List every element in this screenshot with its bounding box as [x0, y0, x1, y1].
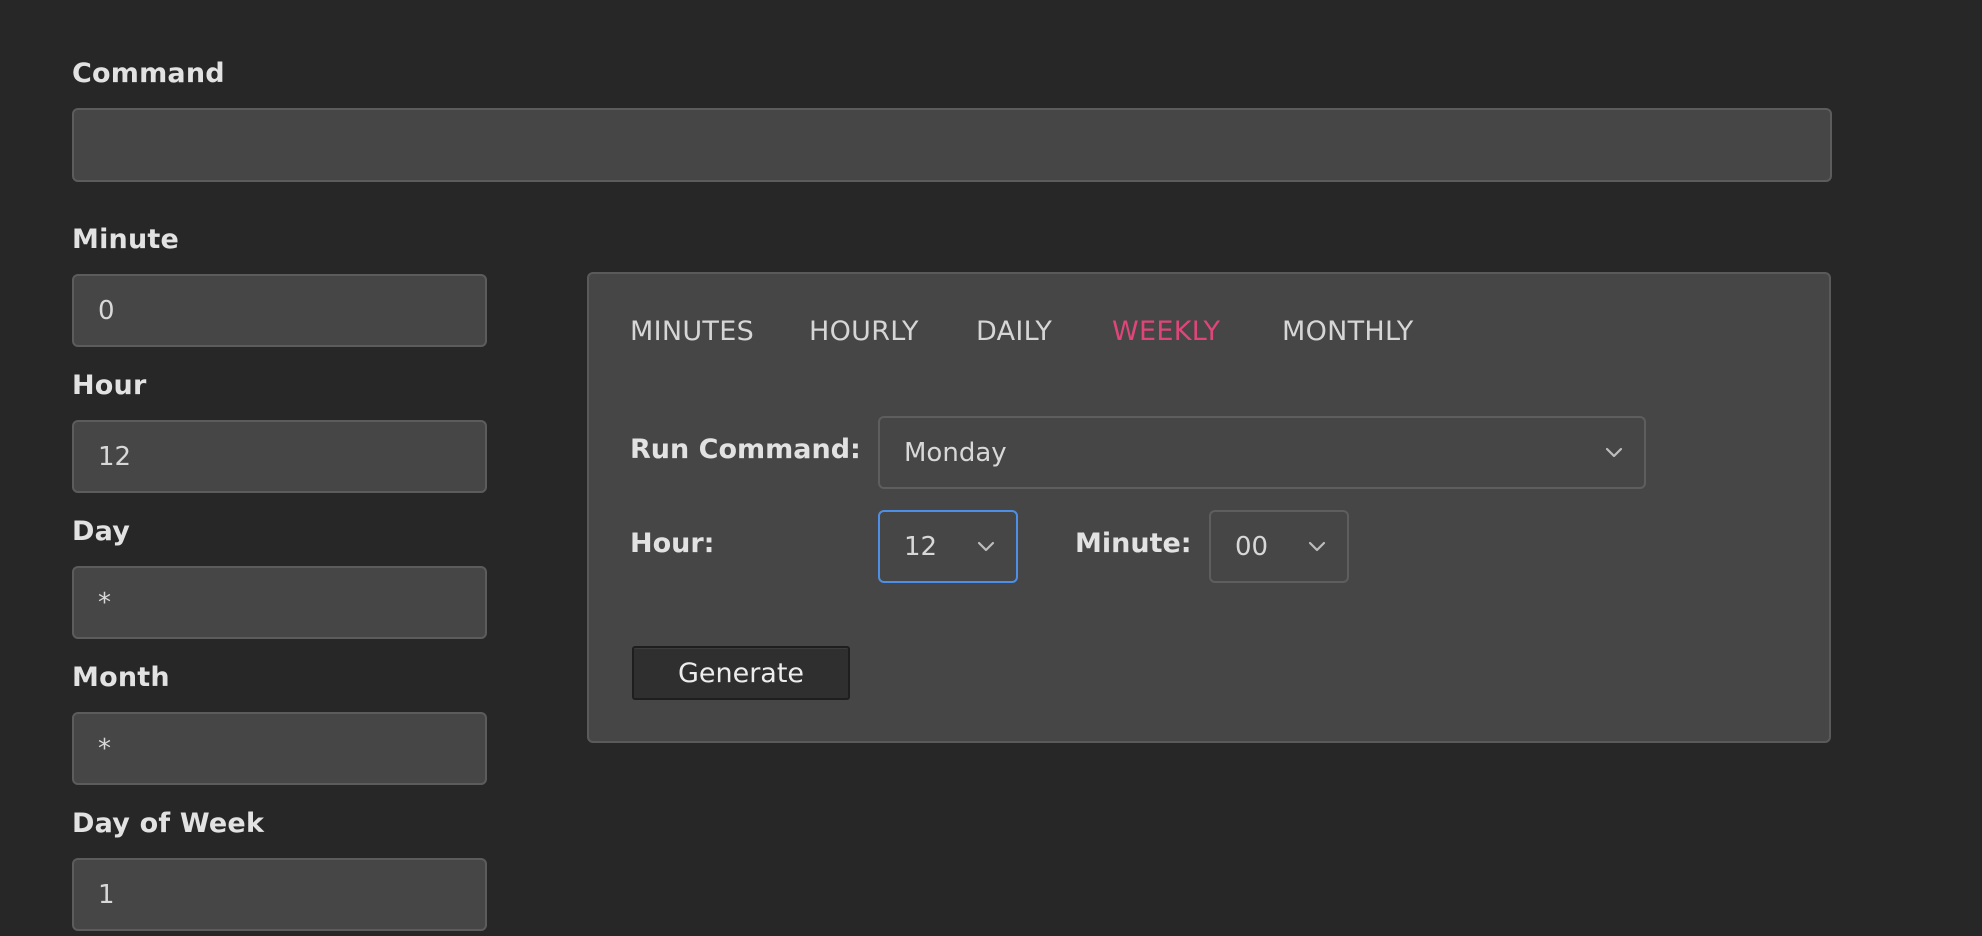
minute-input[interactable]: 0 [72, 274, 487, 347]
tab-hourly[interactable]: HOURLY [809, 316, 919, 347]
command-input[interactable] [72, 108, 1832, 182]
hour-label: Hour [72, 370, 147, 401]
command-label: Command [72, 58, 225, 89]
day-label: Day [72, 516, 131, 547]
schedule-panel: MINUTES HOURLY DAILY WEEKLY MONTHLY Run … [587, 272, 1831, 743]
hour-select-label: Hour: [630, 528, 715, 559]
tab-daily[interactable]: DAILY [976, 316, 1052, 347]
hour-select-value: 12 [904, 531, 938, 562]
minute-select-value: 00 [1235, 531, 1269, 562]
day-input[interactable]: * [72, 566, 487, 639]
minute-select[interactable]: 00 [1209, 510, 1349, 583]
hour-input[interactable]: 12 [72, 420, 487, 493]
generate-button[interactable]: Generate [632, 646, 850, 700]
tab-minutes[interactable]: MINUTES [630, 316, 754, 347]
month-input[interactable]: * [72, 712, 487, 785]
minute-label: Minute [72, 224, 179, 255]
day-select-value: Monday [904, 437, 1007, 468]
day-of-week-label: Day of Week [72, 808, 265, 839]
chevron-down-icon [977, 541, 995, 551]
chevron-down-icon [1308, 541, 1326, 551]
tab-monthly[interactable]: MONTHLY [1282, 316, 1414, 347]
minute-select-label: Minute: [1075, 528, 1192, 559]
hour-select[interactable]: 12 [878, 510, 1018, 583]
chevron-down-icon [1605, 447, 1623, 457]
day-of-week-input[interactable]: 1 [72, 858, 487, 931]
month-label: Month [72, 662, 170, 693]
run-command-label: Run Command: [630, 434, 861, 465]
cron-generator-page: Command Minute 0 Hour 12 Day * Month * D… [0, 0, 1982, 936]
day-of-week-select[interactable]: Monday [878, 416, 1646, 489]
tab-weekly[interactable]: WEEKLY [1112, 316, 1220, 347]
